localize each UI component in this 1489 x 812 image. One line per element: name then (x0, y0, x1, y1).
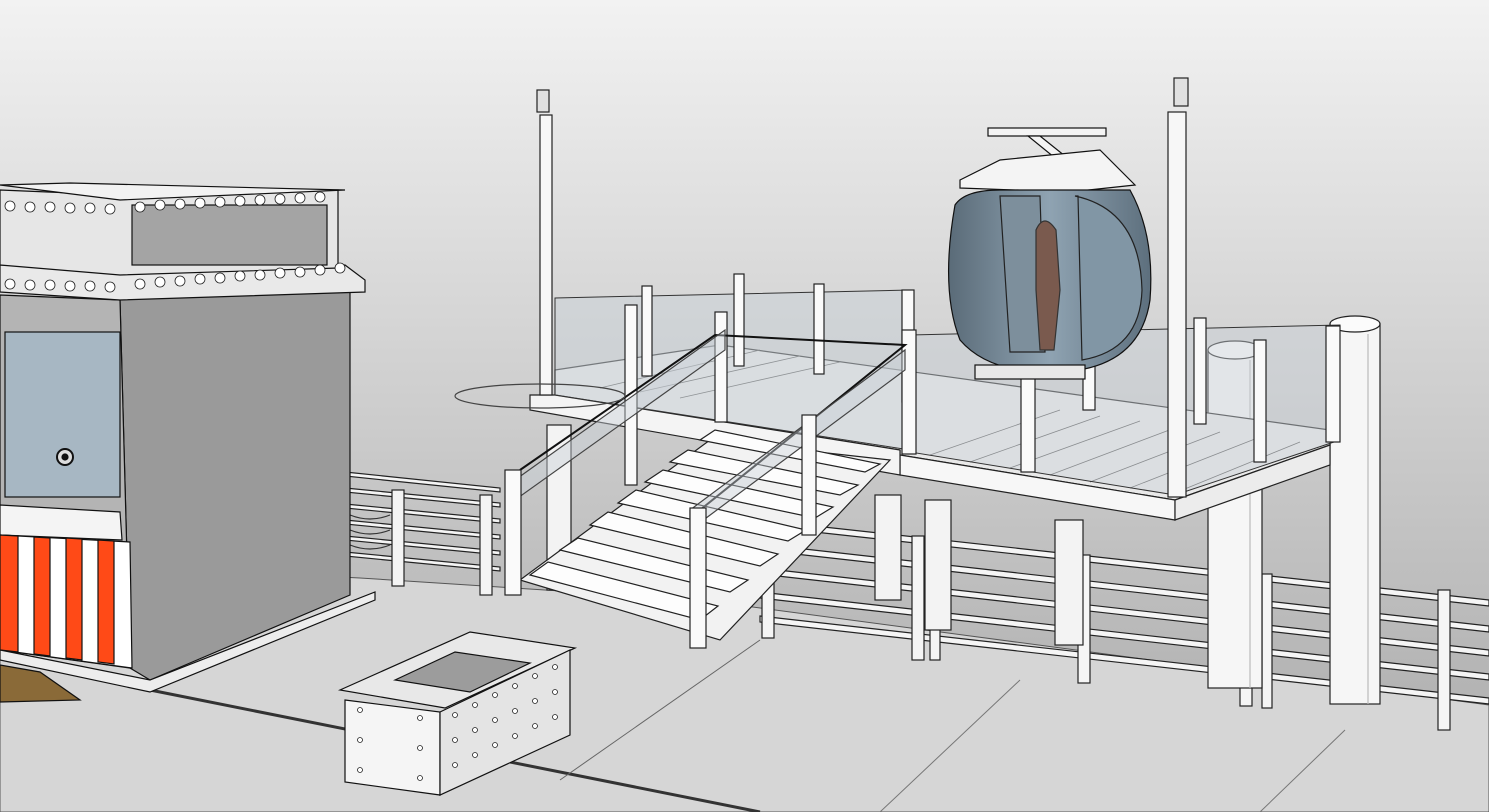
stair-post (504, 469, 522, 596)
light-pole-right (1167, 77, 1189, 498)
cabin-floor (974, 364, 1086, 380)
cabin-hanger-bar (987, 127, 1107, 137)
cabin-passenger (1035, 220, 1061, 351)
stair-post (801, 414, 817, 536)
booth-top-panel (131, 204, 328, 266)
utility-box-front (344, 699, 441, 796)
stair-post (689, 507, 707, 649)
booth-stripes (0, 534, 133, 669)
booth-window (4, 331, 121, 498)
sketchup-scene (0, 0, 1489, 812)
scene-canvas (0, 0, 1489, 812)
